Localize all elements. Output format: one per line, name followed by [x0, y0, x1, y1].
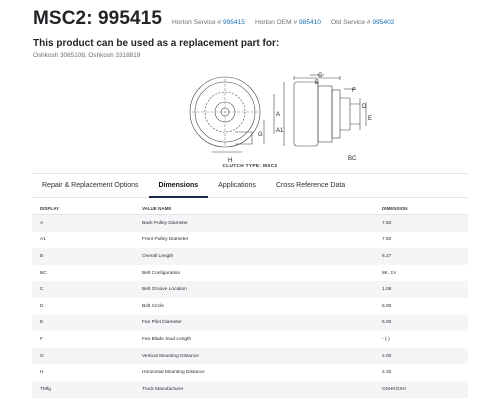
- cell-value-name: Overall Length: [142, 253, 174, 259]
- cell-dimension: 7.50: [382, 237, 392, 243]
- cell-value-name: Vertical Mounting Distance: [142, 353, 199, 359]
- cell-dimension: 1.08: [382, 287, 392, 293]
- clutch-side-hub: [340, 97, 351, 131]
- clutch-side-studs: [350, 103, 360, 125]
- part-number-meta: Horton Service # 995415 Horton OEM # 985…: [172, 19, 404, 26]
- old-service-label: Old Service #: [330, 19, 371, 26]
- cell-value-name: Back Pulley Diameter: [142, 220, 188, 226]
- replacement-heading: This product can be used as a replacemen…: [33, 38, 280, 49]
- mount-bracket: [235, 131, 253, 145]
- horton-service-group: Horton Service # 995415: [172, 19, 245, 26]
- cell-display: G: [40, 353, 44, 359]
- table-row: TMfg Truck Manufacturer OSHKOSH: [32, 380, 468, 398]
- old-service-link[interactable]: 995402: [372, 19, 394, 26]
- cell-dimension: 6.00: [382, 303, 392, 309]
- clutch-type-caption: CLUTCH TYPE: MSC2: [222, 164, 278, 169]
- horton-service-label: Horton Service #: [172, 19, 222, 26]
- cell-display: E: [40, 320, 44, 326]
- dimensions-table: DISPLAY VALUE NAME DIMENSION A Back Pull…: [32, 202, 468, 398]
- horton-oem-group: Horton OEM # 985410: [255, 19, 321, 26]
- clutch-drawing: C B A A1 F D E G H BC: [189, 73, 372, 164]
- table-row: E Fan Pilot Diameter 5.00: [32, 314, 468, 332]
- cell-display: BC: [40, 270, 47, 276]
- header-value-name: VALUE NAME: [142, 205, 172, 211]
- cell-dimension: 5.00: [382, 320, 392, 326]
- cell-display: A: [40, 220, 44, 226]
- table-row: BC Belt Configuration 8K, 1V: [32, 265, 468, 282]
- table-row: C Belt Groove Location 1.08: [32, 281, 468, 298]
- clutch-side-pulley: [293, 81, 319, 147]
- page-header: MSC2: 995415 Horton Service # 995415 Hor…: [33, 8, 473, 33]
- clutch-side-body: [317, 85, 333, 143]
- cell-dimension: 2.00: [382, 353, 392, 359]
- cell-display: D: [40, 303, 44, 309]
- old-service-group: Old Service # 995402: [331, 19, 394, 26]
- diagram-label-e: E: [368, 116, 372, 122]
- diagram-label-g: G: [258, 132, 263, 138]
- cell-dimension: OSHKOSH: [382, 386, 406, 392]
- clutch-diagram: C B A A1 F D E G H BC CLUTCH TYPE: MSC2: [32, 72, 468, 172]
- table-row: F Fan Blade Stud Length - (-): [32, 331, 468, 348]
- horton-oem-label: Horton OEM #: [254, 19, 298, 26]
- cell-value-name: Fan Pilot Diameter: [142, 320, 182, 326]
- cell-value-name: Belt Groove Location: [142, 287, 187, 293]
- diagram-label-f: F: [352, 88, 356, 94]
- cell-display: H: [40, 370, 44, 376]
- table-header-row: DISPLAY VALUE NAME DIMENSION: [32, 202, 468, 215]
- cell-dimension: 6.27: [382, 253, 392, 259]
- diagram-label-c: C: [318, 73, 323, 79]
- table-row: G Vertical Mounting Distance 2.00: [32, 347, 468, 365]
- table-row: H Horizontal Mounting Distance 2.32: [32, 364, 468, 381]
- cell-value-name: Belt Configuration: [142, 270, 181, 276]
- cell-value-name: Fan Blade Stud Length: [142, 336, 192, 342]
- detail-tabs: Repair & Replacement Options Dimensions …: [32, 174, 468, 198]
- cell-value-name: Bolt Circle: [142, 303, 164, 309]
- cell-dimension: - (-): [382, 336, 390, 342]
- table-row: A1 Front Pulley Diameter 7.50: [32, 232, 468, 249]
- cell-value-name: Horizontal Mounting Distance: [142, 370, 205, 376]
- header-dimension: DIMENSION: [382, 205, 408, 211]
- cell-dimension: 8K, 1V: [382, 270, 397, 276]
- clutch-front-centerlines: [192, 79, 258, 145]
- tab-dimensions[interactable]: Dimensions: [148, 174, 209, 198]
- clutch-side-front: [331, 89, 341, 139]
- cell-display: F: [40, 336, 43, 342]
- cell-display: TMfg: [40, 386, 51, 392]
- table-row: D Bolt Circle 6.00: [32, 298, 468, 315]
- replacement-parts: Oshkosh 3065108, Oshkosh 3318819: [33, 52, 141, 59]
- cell-display: C: [40, 287, 44, 293]
- cell-value-name: Front Pulley Diameter: [142, 237, 189, 243]
- diagram-label-b: B: [315, 80, 319, 86]
- page-title: MSC2: 995415: [33, 8, 162, 29]
- diagram-label-bc: BC: [348, 156, 357, 162]
- tab-repair-replacement-options[interactable]: Repair & Replacement Options: [32, 174, 149, 198]
- diagram-label-a: A: [276, 112, 280, 118]
- product-details-panel: Repair & Replacement Options Dimensions …: [32, 173, 468, 400]
- diagram-label-d: D: [362, 104, 367, 110]
- horton-oem-link[interactable]: 985410: [299, 19, 321, 26]
- cell-dimension: 2.32: [382, 370, 392, 376]
- tab-cross-reference-data[interactable]: Cross Reference Data: [266, 174, 355, 198]
- cell-dimension: 7.50: [382, 220, 392, 226]
- cell-display: B: [40, 253, 44, 259]
- cell-value-name: Truck Manufacturer: [142, 386, 184, 392]
- table-row: A Back Pulley Diameter 7.50: [32, 215, 468, 232]
- diagram-label-a1: A1: [276, 128, 284, 134]
- table-row: B Overall Length 6.27: [32, 248, 468, 265]
- tab-applications[interactable]: Applications: [208, 174, 266, 198]
- horton-service-link[interactable]: 995415: [223, 19, 245, 26]
- cell-display: A1: [40, 237, 46, 243]
- header-display: DISPLAY: [40, 205, 60, 211]
